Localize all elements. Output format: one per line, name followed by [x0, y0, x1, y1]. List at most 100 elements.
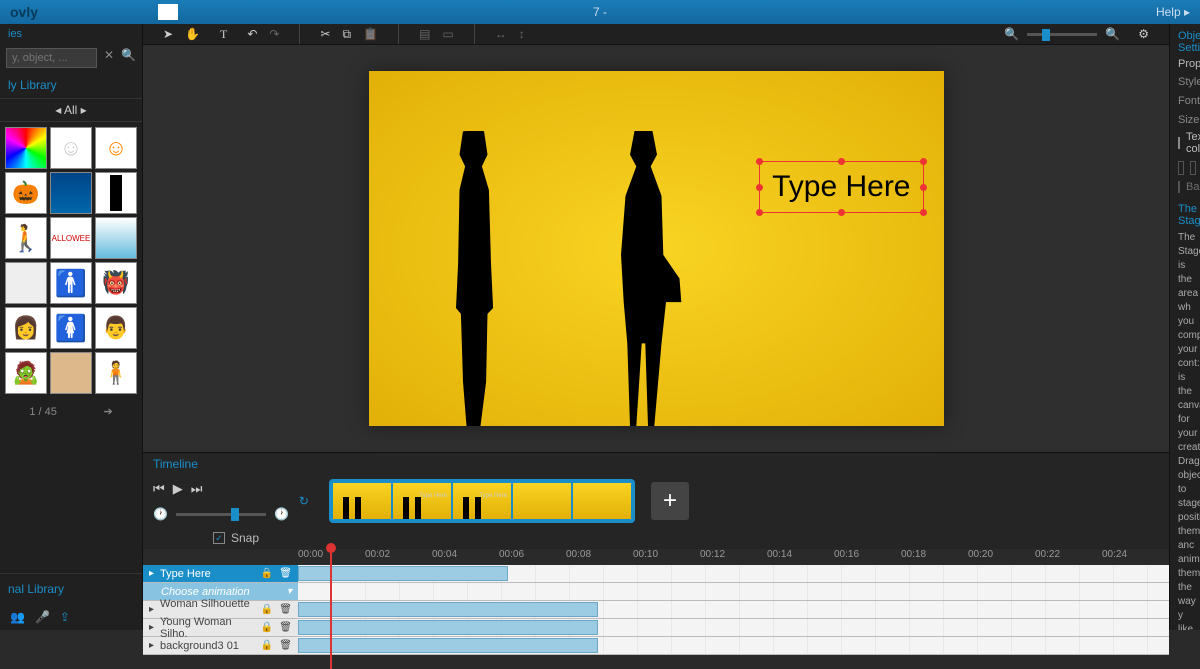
- upload-icon[interactable]: ⇪: [60, 610, 70, 624]
- snap-checkbox[interactable]: ✓: [213, 532, 225, 544]
- align-left-button[interactable]: [1178, 161, 1184, 175]
- frame-strip: Type Here Type Here: [329, 479, 635, 523]
- help-link[interactable]: Help ▸: [1156, 5, 1190, 19]
- zoom-slider[interactable]: [1027, 33, 1097, 36]
- frame-thumb[interactable]: [333, 483, 391, 519]
- thumb-item[interactable]: 🚺: [50, 307, 92, 349]
- object-settings-title: Object Settings: [1178, 30, 1192, 54]
- ruler-tick: 00:20: [968, 549, 1035, 565]
- clock-icon: 🕐: [274, 507, 289, 521]
- clear-icon[interactable]: ✕: [101, 48, 117, 68]
- people-icon[interactable]: 👥: [10, 610, 25, 624]
- ruler-tick: 00:12: [700, 549, 767, 565]
- undo-icon[interactable]: ↶: [247, 27, 257, 41]
- thumb-item[interactable]: 👹: [95, 262, 137, 304]
- ruler-tick: 00:08: [566, 549, 633, 565]
- woman-silhouette-1[interactable]: [439, 131, 509, 426]
- play-icon[interactable]: ▶: [173, 481, 183, 497]
- project-title: 7 -: [593, 5, 607, 19]
- add-frame-button[interactable]: +: [651, 482, 689, 520]
- loop-icon[interactable]: ↻: [299, 494, 309, 508]
- settings-icon[interactable]: ⚙: [1138, 27, 1149, 41]
- woman-silhouette-2[interactable]: [599, 131, 689, 426]
- thumb-item[interactable]: [50, 352, 92, 394]
- stage[interactable]: Type Here: [143, 45, 1169, 452]
- timeline-zoom-slider[interactable]: [176, 513, 266, 516]
- properties-label: Properties: [1178, 58, 1192, 70]
- pointer-icon[interactable]: ➤: [163, 27, 173, 41]
- size-label: Size:: [1178, 114, 1200, 126]
- thumb-item[interactable]: [95, 217, 137, 259]
- text-object[interactable]: Type Here: [759, 161, 923, 213]
- right-panel: Object Settings Properties Style: B I U …: [1169, 24, 1200, 630]
- timeline-track[interactable]: ▸Woman Silhouette ...🔒🗑: [143, 601, 1169, 619]
- search-input[interactable]: [6, 48, 97, 68]
- panel-tab[interactable]: ies: [0, 24, 142, 44]
- zoom-in-icon[interactable]: 🔍: [1105, 27, 1120, 41]
- filter-dropdown[interactable]: ◂ All ▸: [0, 98, 142, 122]
- ruler-tick: 00:10: [633, 549, 700, 565]
- text-tool-icon[interactable]: T: [220, 27, 227, 42]
- audio-icon[interactable]: 🎤: [35, 610, 50, 624]
- stage-help-text: The Stage is the area wh you compose you…: [1178, 231, 1192, 630]
- frame-thumb[interactable]: [513, 483, 571, 519]
- timeline-track[interactable]: ▸Type Here🔒🗑: [143, 565, 1169, 583]
- hand-icon[interactable]: ✋: [185, 27, 200, 41]
- playhead[interactable]: [330, 549, 332, 669]
- thumb-item[interactable]: [5, 262, 47, 304]
- thumb-item[interactable]: 🧍: [95, 352, 137, 394]
- thumb-item[interactable]: ☺: [95, 127, 137, 169]
- thumb-item[interactable]: 🎃: [5, 172, 47, 214]
- thumb-item[interactable]: [50, 172, 92, 214]
- layer-icon[interactable]: ▭: [442, 27, 453, 41]
- thumb-item[interactable]: 🚹: [50, 262, 92, 304]
- arrange-v-icon[interactable]: ↕: [519, 27, 525, 41]
- align-center-button[interactable]: [1190, 161, 1196, 175]
- time-ruler[interactable]: 00:0000:0200:0400:0600:0800:1000:1200:14…: [143, 549, 1169, 565]
- library-title: ly Library: [0, 72, 142, 98]
- ruler-tick: 00:22: [1035, 549, 1102, 565]
- cut-icon[interactable]: ✂: [320, 27, 330, 41]
- thumbnail-grid: ☺ ☺ 🎃 🚶 HALLOWEEN 🚹 👹 👩 🚺 👨 🧟 🧍: [0, 122, 142, 399]
- timeline-panel: Timeline ⏮ ▶ ⏭ 🕐 🕐 ↻: [143, 452, 1169, 655]
- app-logo: ovly: [10, 4, 38, 20]
- thumb-item[interactable]: 👩: [5, 307, 47, 349]
- thumb-item[interactable]: ☺: [50, 127, 92, 169]
- thumb-item[interactable]: 🚶: [5, 217, 47, 259]
- stage-help-title: The Stage: [1178, 203, 1192, 227]
- clock-icon: 🕐: [153, 507, 168, 521]
- timeline-track[interactable]: ▸Young Woman Silho.🔒🗑: [143, 619, 1169, 637]
- align-icon[interactable]: ▤: [419, 27, 430, 41]
- timeline-track[interactable]: ▸background3 01🔒🗑: [143, 637, 1169, 655]
- next-page-icon[interactable]: ➔: [103, 405, 112, 418]
- frame-thumb[interactable]: Type Here: [393, 483, 451, 519]
- arrange-h-icon[interactable]: ↔: [495, 27, 507, 41]
- redo-icon[interactable]: ↷: [269, 27, 279, 41]
- frame-thumb[interactable]: [573, 483, 631, 519]
- top-bar: ovly 7 - Help ▸: [0, 0, 1200, 24]
- thumb-item[interactable]: 🧟: [5, 352, 47, 394]
- style-label: Style:: [1178, 76, 1200, 88]
- personal-library-title[interactable]: nal Library: [0, 573, 142, 604]
- thumb-item[interactable]: [5, 127, 47, 169]
- ruler-tick: 00:18: [901, 549, 968, 565]
- paste-icon[interactable]: 📋: [363, 27, 378, 41]
- forward-icon[interactable]: ⏭: [191, 481, 203, 497]
- thumb-item[interactable]: HALLOWEEN: [50, 217, 92, 259]
- canvas[interactable]: Type Here: [369, 71, 944, 426]
- background-checkbox[interactable]: [1178, 181, 1180, 193]
- thumb-item[interactable]: 👨: [95, 307, 137, 349]
- rewind-icon[interactable]: ⏮: [153, 481, 165, 497]
- timeline-track[interactable]: Choose animation▾: [143, 583, 1169, 601]
- search-icon[interactable]: 🔍: [121, 48, 136, 68]
- thumb-item[interactable]: [95, 172, 137, 214]
- zoom-out-icon[interactable]: 🔍: [1004, 27, 1019, 41]
- ruler-tick: 00:16: [834, 549, 901, 565]
- textcolor-checkbox[interactable]: [1178, 137, 1180, 149]
- copy-icon[interactable]: ⧉: [343, 27, 352, 42]
- save-icon[interactable]: [158, 4, 178, 20]
- toolbar: ➤ ✋ T ↶ ↷ ✂ ⧉ 📋 ▤ ▭ ↔ ↕: [143, 24, 1169, 45]
- ruler-tick: 00:06: [499, 549, 566, 565]
- left-panel: ies ✕ 🔍 ly Library ◂ All ▸ ☺ ☺ 🎃 🚶 HALLO…: [0, 24, 143, 630]
- frame-thumb[interactable]: Type Here: [453, 483, 511, 519]
